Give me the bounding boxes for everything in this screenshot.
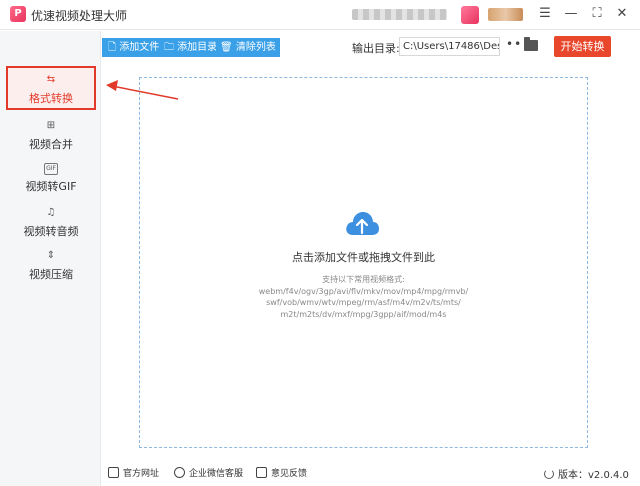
blurred-account-info <box>352 9 447 20</box>
sidebar-item-video-to-audio[interactable]: ♫ 视频转音频 <box>6 203 96 247</box>
sidebar-item-video-compress[interactable]: ⇕ 视频压缩 <box>6 246 96 290</box>
folder-icon[interactable] <box>524 37 538 51</box>
website-icon <box>108 467 119 478</box>
formats-line: swf/vob/wmv/wtv/mpeg/rm/asf/m4v/m2v/ts/m… <box>266 298 461 307</box>
start-convert-button[interactable]: 开始转换 <box>554 36 611 57</box>
wechat-support-label: 企业微信客服 <box>189 469 244 479</box>
support-icon <box>174 467 185 478</box>
sidebar-item-video-to-gif[interactable]: GIF 视频转GIF <box>6 160 96 204</box>
compress-icon: ⇕ <box>46 250 56 261</box>
drop-zone-title: 点击添加文件或拖拽文件到此 <box>292 251 435 264</box>
video-merge-icon: ⊞ <box>46 120 56 131</box>
sidebar-item-label: 视频压缩 <box>29 268 73 281</box>
feedback-icon <box>256 467 267 478</box>
feedback-label: 意见反馈 <box>271 469 308 479</box>
maximize-button[interactable]: ⛶ <box>586 4 608 24</box>
gif-icon: GIF <box>44 163 58 175</box>
sidebar-item-label: 格式转换 <box>29 92 73 105</box>
version-label: 版本：v2.0.4.0 <box>558 470 629 481</box>
minimize-button[interactable]: — <box>560 4 582 24</box>
avatar[interactable] <box>461 6 479 24</box>
formats-line: m2t/m2ts/dv/mxf/mpg/3gpp/aif/mod/m4s <box>280 309 447 319</box>
formats-header: 支持以下常用视频格式: <box>322 275 405 284</box>
clear-list-button[interactable]: 🗑 清除列表 <box>216 38 280 57</box>
supported-formats-text: 支持以下常用视频格式: webm/f4v/ogv/3gp/avi/flv/mkv… <box>139 274 588 320</box>
add-folder-button[interactable]: 🗀 添加目录 <box>160 38 222 57</box>
refresh-icon <box>544 469 554 479</box>
app-title: 优速视频处理大师 <box>31 9 128 23</box>
version-info[interactable]: 版本：v2.0.4.0 <box>544 466 629 481</box>
wechat-support-link[interactable]: 企业微信客服 <box>174 466 243 479</box>
format-convert-icon: ⇆ <box>46 74 56 85</box>
output-dir-field[interactable]: C:\Users\17486\Desktop <box>399 37 500 56</box>
close-button[interactable]: ✕ <box>611 4 633 24</box>
sidebar-item-label: 视频转GIF <box>25 180 77 193</box>
sidebar-item-video-merge[interactable]: ⊞ 视频合并 <box>6 116 96 160</box>
output-dir-label: 输出目录: <box>352 42 400 55</box>
sidebar-item-format-convert[interactable]: ⇆ 格式转换 <box>6 66 96 110</box>
app-logo: P <box>10 6 26 22</box>
blurred-vip-badge <box>488 8 523 21</box>
add-file-button[interactable]: 🗋 添加文件 <box>104 38 164 57</box>
formats-line: webm/f4v/ogv/3gp/avi/flv/mkv/mov/mp4/mpg… <box>258 286 469 296</box>
feedback-link[interactable]: 意见反馈 <box>256 466 307 479</box>
cloud-upload-icon <box>346 212 379 235</box>
sidebar-item-label: 视频合并 <box>29 138 73 151</box>
website-label: 官方网址 <box>123 469 160 479</box>
website-link[interactable]: 官方网址 <box>108 466 159 479</box>
audio-icon: ♫ <box>46 207 56 218</box>
menu-icon[interactable]: ☰ <box>534 4 556 24</box>
sidebar-item-label: 视频转音频 <box>23 225 79 238</box>
